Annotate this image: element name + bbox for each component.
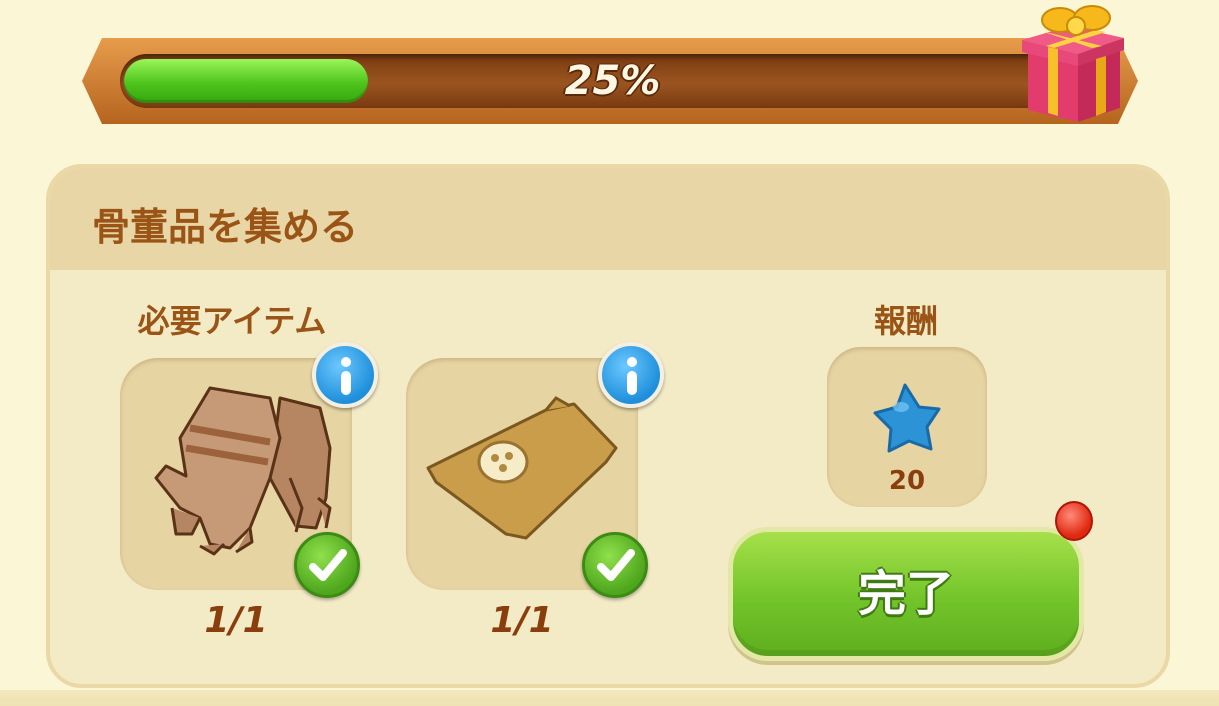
notification-dot-icon bbox=[1055, 501, 1093, 541]
item-count: 1/1 bbox=[204, 600, 268, 641]
bottom-edge bbox=[0, 690, 1219, 706]
item-info-icon[interactable] bbox=[598, 342, 664, 408]
quest-title: 骨董品を集める bbox=[92, 205, 359, 249]
progress-percent: 25% bbox=[564, 58, 661, 104]
complete-button[interactable]: 完了 bbox=[728, 527, 1084, 661]
checkmark-icon bbox=[294, 532, 360, 598]
checkmark-icon bbox=[582, 532, 648, 598]
required-items-label: 必要アイテム bbox=[137, 302, 327, 340]
reward-label: 報酬 bbox=[873, 302, 938, 340]
reward-amount: 20 bbox=[888, 466, 926, 496]
item-info-icon[interactable] bbox=[312, 342, 378, 408]
quest-screen: 25% 骨董品を集める 必要アイテム 報酬 1/1 1/1 20 完了 bbox=[0, 0, 1219, 706]
gift-box-icon[interactable] bbox=[1018, 0, 1124, 124]
complete-button-label: 完了 bbox=[857, 566, 954, 622]
item-count: 1/1 bbox=[490, 600, 554, 641]
